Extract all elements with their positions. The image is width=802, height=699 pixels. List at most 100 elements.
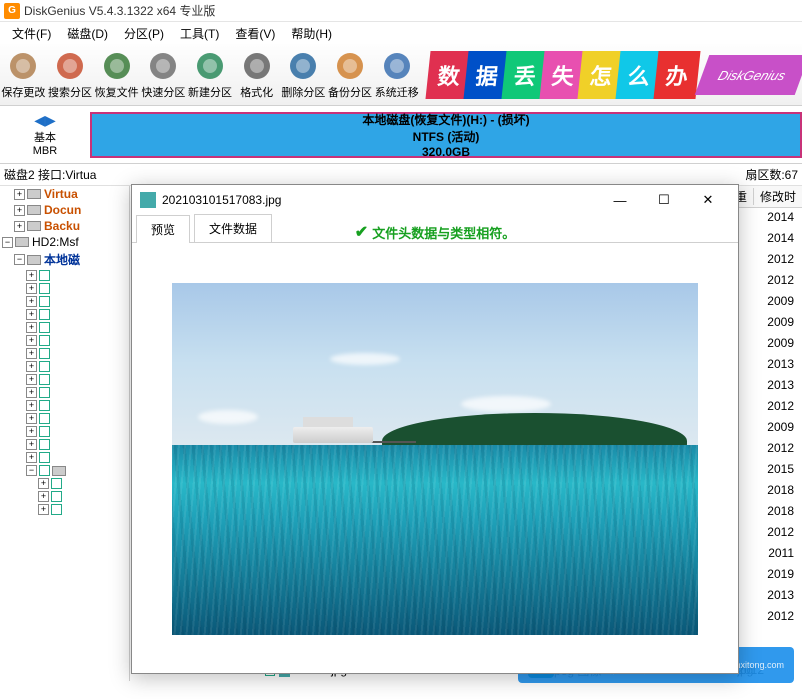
- expand-icon[interactable]: +: [26, 361, 37, 372]
- backup-button[interactable]: 备份分区: [327, 46, 374, 104]
- tree-checkbox[interactable]: [39, 283, 50, 294]
- tree-item[interactable]: +: [0, 438, 129, 451]
- tree-panel[interactable]: +Virtua+Docun+Backu−HD2:Msf−本地磁+++++++++…: [0, 186, 130, 681]
- tree-checkbox[interactable]: [39, 309, 50, 320]
- menu-partition[interactable]: 分区(P): [116, 23, 172, 44]
- toolbar-label: 保存更改: [1, 84, 45, 100]
- toolbar-label: 恢复文件: [95, 84, 139, 100]
- quick-button[interactable]: 快速分区: [140, 46, 187, 104]
- expand-icon[interactable]: −: [2, 237, 13, 248]
- tree-checkbox[interactable]: [39, 322, 50, 333]
- menu-disk[interactable]: 磁盘(D): [59, 23, 116, 44]
- menu-help[interactable]: 帮助(H): [283, 23, 340, 44]
- tree-item[interactable]: +: [0, 334, 129, 347]
- tree-item[interactable]: −本地磁: [0, 250, 129, 269]
- expand-icon[interactable]: +: [26, 413, 37, 424]
- tree-item[interactable]: +: [0, 412, 129, 425]
- new-button[interactable]: 新建分区: [187, 46, 234, 104]
- col-modified[interactable]: 修改时: [753, 188, 802, 205]
- tree-item[interactable]: +: [0, 321, 129, 334]
- tree-checkbox[interactable]: [39, 361, 50, 372]
- expand-icon[interactable]: +: [26, 283, 37, 294]
- tree-item[interactable]: +: [0, 386, 129, 399]
- partition-size: 320.0GB: [422, 145, 470, 159]
- tree-checkbox[interactable]: [39, 413, 50, 424]
- close-button[interactable]: ✕: [686, 186, 730, 214]
- tab-file-data[interactable]: 文件数据: [194, 214, 272, 242]
- tree-item[interactable]: −HD2:Msf: [0, 234, 129, 250]
- expand-icon[interactable]: +: [26, 270, 37, 281]
- tree-item[interactable]: +: [0, 451, 129, 464]
- tree-item[interactable]: +Virtua: [0, 186, 129, 202]
- expand-icon[interactable]: +: [14, 205, 25, 216]
- expand-icon[interactable]: +: [26, 426, 37, 437]
- preview-titlebar[interactable]: 202103101517083.jpg ― ☐ ✕: [132, 185, 738, 215]
- tree-checkbox[interactable]: [39, 439, 50, 450]
- promo-banner[interactable]: 数据丢失怎么办DiskGenius: [428, 46, 802, 104]
- recover-icon: [101, 50, 133, 82]
- tree-checkbox[interactable]: [39, 400, 50, 411]
- delete-button[interactable]: 删除分区: [280, 46, 327, 104]
- minimize-button[interactable]: ―: [598, 186, 642, 214]
- expand-icon[interactable]: +: [38, 491, 49, 502]
- tree-checkbox[interactable]: [51, 504, 62, 515]
- tree-checkbox[interactable]: [51, 478, 62, 489]
- tree-item[interactable]: +: [0, 269, 129, 282]
- tree-item[interactable]: +: [0, 295, 129, 308]
- expand-icon[interactable]: +: [26, 296, 37, 307]
- expand-icon[interactable]: −: [26, 465, 37, 476]
- save-button[interactable]: 保存更改: [0, 46, 47, 104]
- tree-checkbox[interactable]: [39, 335, 50, 346]
- tree-item[interactable]: +Backu: [0, 218, 129, 234]
- toolbar-label: 系统迁移: [375, 84, 419, 100]
- nav-arrows-icon[interactable]: ◀▶: [34, 112, 56, 129]
- tree-checkbox[interactable]: [39, 348, 50, 359]
- expand-icon[interactable]: +: [26, 335, 37, 346]
- recover-button[interactable]: 恢复文件: [93, 46, 140, 104]
- expand-icon[interactable]: +: [26, 374, 37, 385]
- expand-icon[interactable]: −: [14, 254, 25, 265]
- file-year-cell: 2019: [759, 567, 802, 588]
- tree-checkbox[interactable]: [39, 465, 50, 476]
- tree-item[interactable]: +Docun: [0, 202, 129, 218]
- menu-tools[interactable]: 工具(T): [172, 23, 227, 44]
- tree-item[interactable]: +: [0, 490, 129, 503]
- migrate-button[interactable]: 系统迁移: [373, 46, 420, 104]
- expand-icon[interactable]: +: [26, 348, 37, 359]
- tree-checkbox[interactable]: [39, 387, 50, 398]
- expand-icon[interactable]: +: [26, 400, 37, 411]
- tree-item[interactable]: +: [0, 347, 129, 360]
- partition-bar[interactable]: 本地磁盘(恢复文件)(H:) - (损坏) NTFS (活动) 320.0GB: [90, 112, 802, 158]
- expand-icon[interactable]: +: [26, 439, 37, 450]
- tree-item[interactable]: +: [0, 477, 129, 490]
- expand-icon[interactable]: +: [38, 504, 49, 515]
- tab-preview[interactable]: 预览: [136, 215, 190, 243]
- tree-item[interactable]: +: [0, 503, 129, 516]
- format-button[interactable]: 格式化: [233, 46, 280, 104]
- tree-checkbox[interactable]: [39, 296, 50, 307]
- tree-checkbox[interactable]: [39, 374, 50, 385]
- menu-file[interactable]: 文件(F): [4, 23, 59, 44]
- tree-item[interactable]: +: [0, 308, 129, 321]
- expand-icon[interactable]: +: [26, 387, 37, 398]
- expand-icon[interactable]: +: [26, 452, 37, 463]
- tree-item[interactable]: +: [0, 399, 129, 412]
- preview-image: [172, 283, 698, 635]
- tree-checkbox[interactable]: [39, 426, 50, 437]
- expand-icon[interactable]: +: [26, 322, 37, 333]
- expand-icon[interactable]: +: [26, 309, 37, 320]
- expand-icon[interactable]: +: [14, 189, 25, 200]
- tree-item[interactable]: +: [0, 425, 129, 438]
- tree-item[interactable]: +: [0, 360, 129, 373]
- tree-checkbox[interactable]: [39, 270, 50, 281]
- expand-icon[interactable]: +: [38, 478, 49, 489]
- search-button[interactable]: 搜索分区: [47, 46, 94, 104]
- menu-view[interactable]: 查看(V): [227, 23, 283, 44]
- tree-item[interactable]: +: [0, 282, 129, 295]
- maximize-button[interactable]: ☐: [642, 186, 686, 214]
- tree-item[interactable]: −: [0, 464, 129, 477]
- tree-checkbox[interactable]: [39, 452, 50, 463]
- tree-checkbox[interactable]: [51, 491, 62, 502]
- tree-item[interactable]: +: [0, 373, 129, 386]
- expand-icon[interactable]: +: [14, 221, 25, 232]
